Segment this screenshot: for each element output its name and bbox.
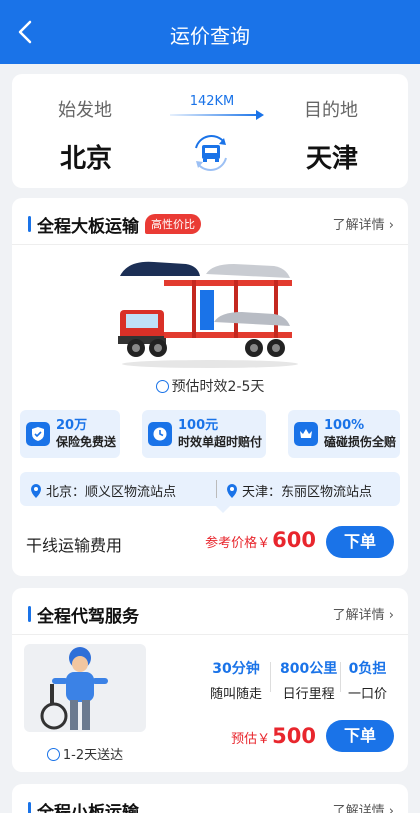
origin-station[interactable]: 北京：顺义区物流站点 xyxy=(30,481,176,500)
driver-service-card: 全程代驾服务 了解详情 › 1-2天送达 30分钟 随叫随走 800公里 日行里程 … xyxy=(12,588,408,772)
crown-icon xyxy=(294,422,318,446)
stat-fixed-price: 0负担 一口价 xyxy=(348,661,388,702)
location-pin-icon xyxy=(31,484,41,498)
arrow-right-icon xyxy=(256,110,264,120)
small-truck-card: 全程小板运输 了解详情 › xyxy=(12,784,408,813)
route-line xyxy=(170,114,260,116)
destination-city[interactable]: 天津 xyxy=(306,138,358,175)
feature-damage-compensation: 100% 磕碰损伤全赔 xyxy=(288,410,400,458)
fee-label: 干线运输费用 xyxy=(26,536,123,555)
route-card: 始发地 北京 142KM 目的地 天津 xyxy=(12,74,408,188)
page-title: 运价查询 xyxy=(170,24,250,48)
reference-price: 参考价格￥600 xyxy=(205,528,316,552)
clock-icon xyxy=(148,422,172,446)
driver-image xyxy=(24,644,146,732)
section-header: 全程小板运输 xyxy=(28,798,139,813)
feature-insurance: 20万 保险免费送 xyxy=(20,410,120,458)
feature-list: 20万 保险免费送 100元 时效单超时赔付 100% 磕碰损伤全赔 xyxy=(20,410,400,458)
origin-label: 始发地 xyxy=(58,100,112,121)
section-title: 全程代驾服务 xyxy=(37,606,139,627)
stat-response: 30分钟 随叫随走 xyxy=(210,661,263,702)
order-button[interactable]: 下单 xyxy=(326,720,394,752)
section-title: 全程大板运输 xyxy=(37,216,139,237)
feature-timeout-compensation: 100元 时效单超时赔付 xyxy=(142,410,266,458)
big-truck-card: 全程大板运输 高性价比 了解详情 › 预估时效2-5天 20万 保险免费送 10… xyxy=(12,198,408,576)
destination-label: 目的地 xyxy=(304,100,358,121)
destination-station[interactable]: 天津：东丽区物流站点 xyxy=(226,481,372,500)
section-header: 全程大板运输 高性价比 xyxy=(28,212,201,237)
stat-mileage: 800公里 日行里程 xyxy=(280,661,338,702)
section-title: 全程小板运输 xyxy=(37,802,139,813)
origin-city[interactable]: 北京 xyxy=(60,138,112,175)
more-details-link[interactable]: 了解详情 › xyxy=(333,214,394,233)
top-bar: 运价查询 xyxy=(0,0,420,64)
estimated-price: 预估￥500 xyxy=(231,724,316,748)
clock-icon xyxy=(155,380,169,393)
more-details-link[interactable]: 了解详情 › xyxy=(333,800,394,813)
estimated-time: 预估时效2-5天 xyxy=(12,376,408,396)
order-button[interactable]: 下单 xyxy=(326,526,394,558)
estimated-time: 1-2天送达 xyxy=(24,744,146,763)
truck-swap-icon[interactable] xyxy=(188,130,234,176)
clock-icon xyxy=(46,748,60,761)
distance-label: 142KM xyxy=(189,94,235,109)
location-pin-icon xyxy=(227,484,237,498)
station-bar: 北京：顺义区物流站点 天津：东丽区物流站点 xyxy=(20,472,400,513)
shield-check-icon xyxy=(26,422,50,446)
car-carrier-truck-image xyxy=(118,261,298,368)
value-badge: 高性价比 xyxy=(145,214,201,234)
section-header: 全程代驾服务 xyxy=(28,602,139,627)
more-details-link[interactable]: 了解详情 › xyxy=(333,604,394,623)
